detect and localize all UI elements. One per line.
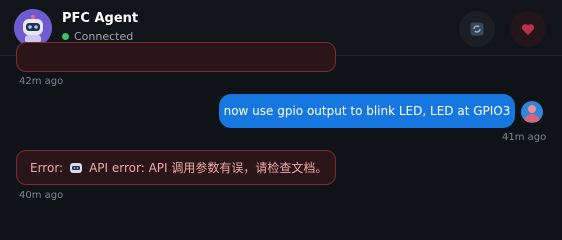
refresh-button[interactable] — [459, 11, 495, 47]
user-message-bubble: now use gpio output to blink LED, LED at… — [219, 94, 515, 128]
favorite-button[interactable] — [510, 11, 546, 47]
refresh-icon — [470, 22, 484, 36]
user-icon — [524, 105, 540, 122]
message-time: 42m ago — [19, 76, 64, 87]
error-message-bubble — [16, 42, 336, 72]
user-avatar — [521, 101, 543, 123]
status-dot-icon — [62, 33, 69, 40]
robot-icon — [70, 162, 83, 173]
message-time: 41m ago — [502, 132, 547, 143]
error-message-text: API error: API 调用参数有误，请检查文档。 — [89, 161, 328, 175]
user-message-text: now use gpio output to blink LED, LED at… — [223, 104, 511, 118]
message-list: 42m ago now use gpio output to blink LED… — [0, 42, 562, 205]
message-time: 40m ago — [19, 190, 64, 201]
error-prefix: Error: — [30, 160, 64, 175]
heart-icon — [521, 23, 535, 35]
app-title: PFC Agent — [62, 11, 139, 26]
error-message-bubble: Error: API error: API 调用参数有误，请检查文档。 — [16, 150, 336, 185]
